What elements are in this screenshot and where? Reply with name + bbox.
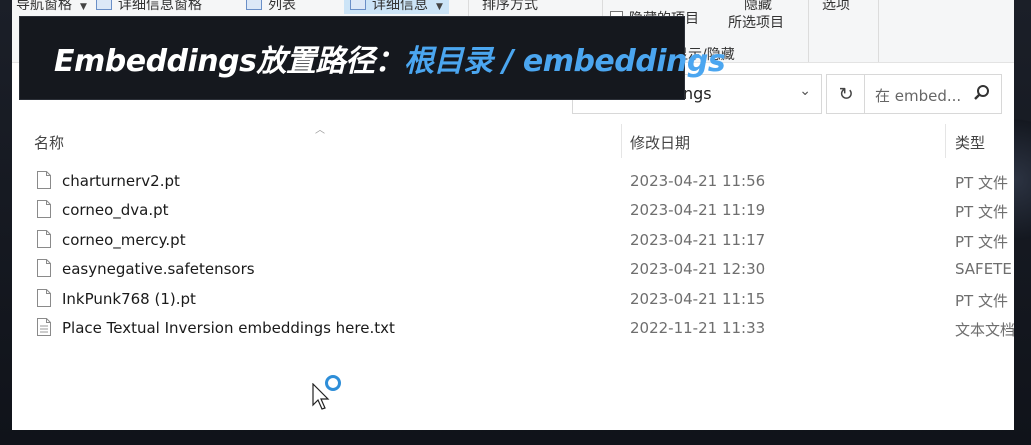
details-view-icon: [350, 0, 366, 10]
file-name: InkPunk768 (1).pt: [62, 290, 196, 308]
banner-title: Embeddings放置路径：根目录 / embeddings: [54, 36, 726, 80]
file-date: 2023-04-21 11:15: [630, 290, 766, 308]
details-pane-icon: [96, 0, 112, 10]
list-view-button[interactable]: 列表: [246, 0, 296, 14]
file-type: 文本文档: [955, 321, 1014, 339]
sort-ascending-icon: ︿: [315, 125, 325, 136]
column-divider[interactable]: [621, 124, 622, 158]
details-pane-label: 详细信息窗格: [118, 0, 202, 13]
chevron-down-icon: ▼: [436, 2, 443, 12]
file-name: charturnerv2.pt: [62, 172, 180, 190]
file-row[interactable]: corneo_mercy.pt 2023-04-21 11:17 PT 文件: [12, 227, 1014, 256]
file-icon: [37, 171, 51, 189]
file-icon: [37, 230, 51, 248]
details-view-label: 详细信息: [372, 0, 428, 13]
file-name: easynegative.safetensors: [62, 260, 255, 278]
file-row[interactable]: Place Textual Inversion embeddings here.…: [12, 315, 1014, 344]
file-name: corneo_mercy.pt: [62, 231, 186, 249]
file-name: Place Textual Inversion embeddings here.…: [62, 319, 395, 337]
sort-by-label: 排序方式: [482, 0, 538, 13]
file-row[interactable]: InkPunk768 (1).pt 2023-04-21 11:15 PT 文件: [12, 286, 1014, 315]
search-icon: [974, 85, 989, 100]
banner-path: 根目录 / embeddings: [404, 44, 726, 79]
nav-pane-button[interactable]: 导航窗格 ▼: [16, 0, 87, 14]
text-file-icon: [37, 318, 51, 336]
file-type: PT 文件: [955, 174, 1008, 192]
file-date: 2022-11-21 11:33: [630, 319, 766, 337]
column-header-date[interactable]: 修改日期: [630, 132, 690, 153]
file-icon: [37, 259, 51, 277]
column-header-name[interactable]: 名称: [34, 132, 64, 153]
address-path: ngs: [683, 84, 712, 103]
ribbon-divider: [808, 0, 809, 62]
chevron-down-icon[interactable]: ⌄: [799, 83, 811, 99]
banner-label: Embeddings放置路径：: [54, 44, 405, 79]
sort-by-button[interactable]: 排序方式: [482, 0, 538, 14]
details-view-button[interactable]: 详细信息 ▼: [344, 0, 449, 14]
file-row[interactable]: easynegative.safetensors 2023-04-21 12:3…: [12, 256, 1014, 285]
file-icon: [37, 289, 51, 307]
list-view-label: 列表: [268, 0, 296, 13]
column-header-type[interactable]: 类型: [955, 132, 985, 153]
options-button[interactable]: 选项: [822, 0, 850, 14]
file-date: 2023-04-21 11:19: [630, 201, 766, 219]
file-date: 2023-04-21 12:30: [630, 260, 766, 278]
hide-selected-button[interactable]: 所选项目: [728, 12, 784, 32]
file-type: PT 文件: [955, 233, 1008, 251]
nav-pane-label: 导航窗格: [16, 0, 72, 13]
column-header-row: ︿ 名称 修改日期 类型: [12, 118, 1014, 160]
file-row[interactable]: charturnerv2.pt 2023-04-21 11:56 PT 文件: [12, 168, 1014, 197]
column-divider[interactable]: [945, 124, 946, 158]
file-date: 2023-04-21 11:56: [630, 172, 766, 190]
chevron-down-icon: ▼: [80, 2, 87, 12]
refresh-icon: ↻: [838, 83, 854, 105]
file-date: 2023-04-21 11:17: [630, 231, 766, 249]
ribbon-divider: [878, 0, 879, 62]
path-annotation-banner: Embeddings放置路径：根目录 / embeddings: [19, 16, 726, 100]
details-pane-button[interactable]: 详细信息窗格: [96, 0, 202, 14]
file-type: SAFETE: [955, 260, 1012, 278]
file-name: corneo_dva.pt: [62, 201, 169, 219]
file-type: PT 文件: [955, 203, 1008, 221]
search-input[interactable]: 在 embed...: [864, 74, 1002, 114]
file-type: PT 文件: [955, 292, 1008, 310]
refresh-button[interactable]: ↻: [826, 74, 866, 114]
loading-spinner-icon: [325, 375, 341, 391]
file-row[interactable]: corneo_dva.pt 2023-04-21 11:19 PT 文件: [12, 197, 1014, 226]
file-icon: [37, 200, 51, 218]
list-view-icon: [246, 0, 262, 10]
search-placeholder: 在 embed...: [875, 87, 962, 105]
